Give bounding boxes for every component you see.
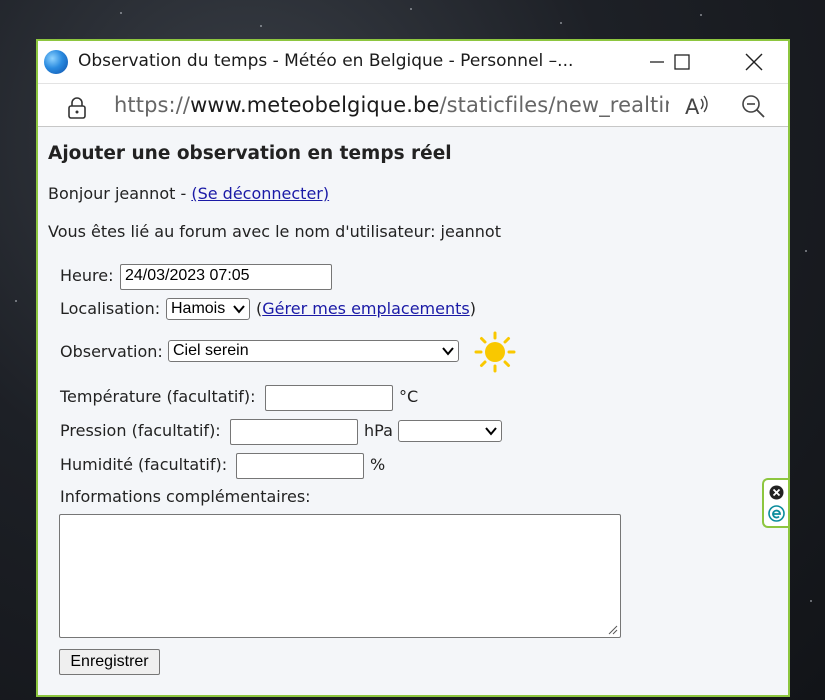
manage-locations: (Gérer mes emplacements) [256,299,476,318]
title-bar: Observation du temps - Météo en Belgique… [38,41,788,83]
address-bar[interactable]: https://www.meteobelgique.be/staticfiles… [38,83,788,127]
maximize-icon [674,54,690,70]
edge-e-icon[interactable] [768,505,785,522]
page-content: Ajouter une observation en temps réel Bo… [38,129,788,695]
lock-icon[interactable] [66,96,88,120]
close-icon [745,53,763,71]
humidity-label: Humidité (facultatif): [60,455,228,474]
hour-label: Heure: [60,266,114,285]
humidity-input[interactable] [236,453,364,479]
temperature-input[interactable] [265,385,393,411]
side-extension-tab[interactable] [762,478,788,528]
page-title: Ajouter une observation en temps réel [48,143,452,164]
humidity-unit: % [370,455,386,474]
chevron-down-icon [485,427,497,436]
chevron-down-icon [233,305,245,314]
zoom-out-icon[interactable] [741,94,767,120]
info-label: Informations complémentaires: [60,487,311,506]
close-window-button[interactable] [730,41,778,83]
observation-label: Observation: [60,342,163,361]
manage-locations-link[interactable]: Gérer mes emplacements [262,299,469,318]
pressure-label: Pression (facultatif): [60,421,221,440]
pressure-input[interactable] [230,419,358,445]
url-text[interactable]: https://www.meteobelgique.be/staticfiles… [114,93,669,117]
forum-info-text: Vous êtes lié au forum avec le nom d'uti… [48,222,501,241]
greeting-text: Bonjour jeannot - [48,184,192,203]
close-circle-icon[interactable] [769,485,784,500]
maximize-button[interactable] [658,41,706,83]
read-aloud-icon[interactable]: A [684,93,712,119]
info-textarea[interactable] [59,514,621,638]
pressure-unit: hPa [364,421,393,440]
window-title: Observation du temps - Météo en Belgique… [78,51,574,71]
temperature-unit: °C [399,387,419,406]
hour-input[interactable]: 24/03/2023 07:05 [120,264,332,290]
browser-popup-window: Observation du temps - Météo en Belgique… [36,39,790,697]
save-button[interactable]: Enregistrer [59,649,160,675]
temperature-label: Température (facultatif): [60,387,256,406]
observation-select[interactable]: Ciel serein [168,340,459,362]
chevron-down-icon [442,347,454,356]
location-select[interactable]: Hamois [166,298,250,320]
sun-icon [474,331,516,373]
pressure-trend-select[interactable] [398,420,502,442]
greeting-line: Bonjour jeannot - (Se déconnecter) [48,184,329,203]
location-label: Localisation: [60,299,161,318]
location-select-value: Hamois [171,300,226,317]
observation-select-value: Ciel serein [173,342,249,359]
browser-app-icon [44,50,68,74]
logout-link[interactable]: (Se déconnecter) [191,184,329,203]
svg-text:A: A [685,95,700,119]
resize-grip-icon[interactable] [606,623,618,635]
